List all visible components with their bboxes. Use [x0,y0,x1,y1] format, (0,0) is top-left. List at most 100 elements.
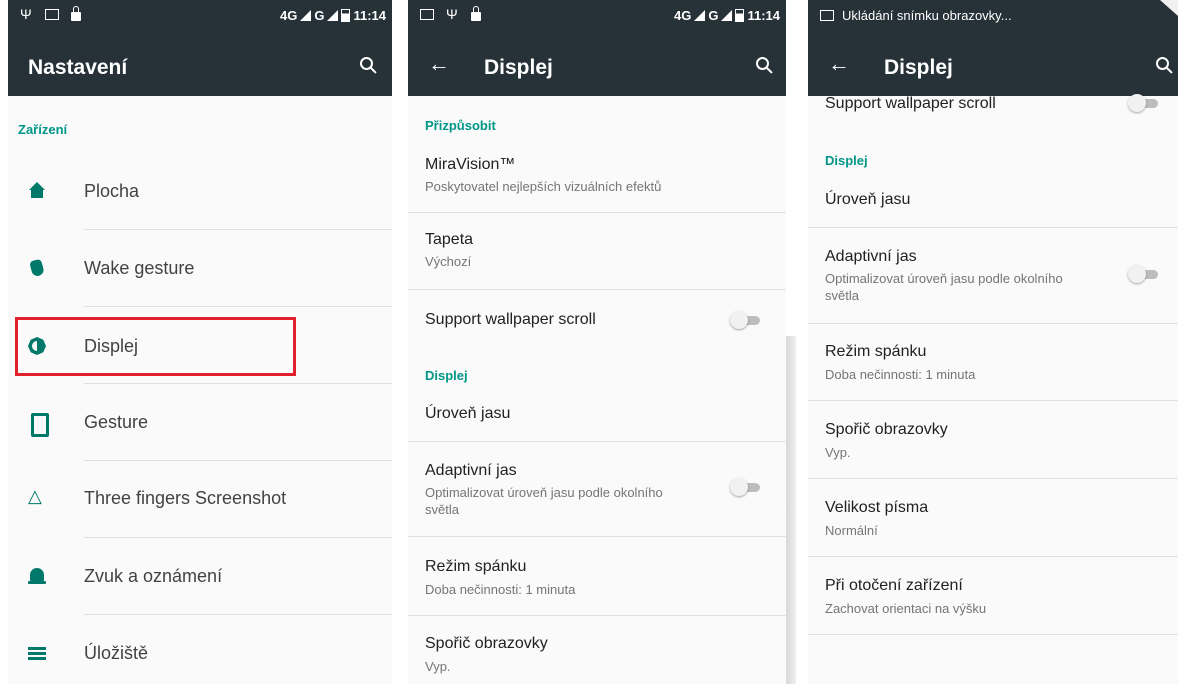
item-label: Three fingers Screenshot [84,488,287,508]
app-bar: Nastavení [8,32,392,96]
bell-icon [26,566,48,588]
section-header-display: Displej [425,368,468,383]
setting-subtitle-line2: světla [825,288,859,303]
display-settings-list: Support wallpaper scroll Displej Úroveň … [808,94,1178,684]
setting-adaptive-brightness[interactable]: Adaptivní jas Optimalizovat úroveň jasu … [408,442,786,535]
wallpaper-scroll-toggle[interactable] [730,311,760,329]
section-header-customize: Přizpůsobit [425,118,496,133]
signal-icon [694,10,706,21]
display-settings-list: Přizpůsobit MiraVision™ Poskytovatel nej… [408,96,786,684]
wallpaper-scroll-toggle[interactable] [1128,94,1158,112]
setting-font-size[interactable]: Velikost písma Normální [808,479,1178,556]
network-g: G [708,8,719,23]
clock: 11:14 [747,8,780,23]
page-title: Displej [484,56,553,79]
settings-item-plocha[interactable]: Plocha [8,154,392,230]
display-settings-screen-scrolled: Ukládání snímku obrazovky... ← Displej S… [808,0,1178,684]
setting-subtitle: Vyp. [825,445,851,460]
lock-icon [471,6,481,21]
settings-item-three-fingers[interactable]: Three fingers Screenshot [8,461,392,537]
setting-subtitle: Optimalizovat úroveň jasu podle okolního [425,485,663,500]
home-icon [26,182,48,204]
settings-item-gesture[interactable]: Gesture [8,384,392,460]
setting-title: Adaptivní jas [825,248,917,265]
setting-subtitle: Optimalizovat úroveň jasu podle okolního [825,271,1063,286]
search-icon[interactable] [756,57,774,75]
settings-list: Zařízení Plocha Wake gesture Displej Ges… [8,96,392,684]
setting-brightness-level[interactable]: Úroveň jasu [808,176,1178,226]
setting-subtitle-line2: světla [425,502,459,517]
setting-sleep-mode[interactable]: Režim spánku Doba nečinnosti: 1 minuta [808,324,1178,400]
image-icon [820,10,834,21]
item-label: Plocha [84,181,140,201]
setting-title: MiraVision™ [425,156,516,173]
clock: 11:14 [353,8,386,23]
settings-item-storage[interactable]: Úložiště [8,615,392,684]
network-g: G [314,8,325,23]
setting-title: Spořič obrazovky [825,421,948,438]
highlight-box [15,317,296,376]
setting-wallpaper-scroll[interactable]: Support wallpaper scroll [808,90,1178,120]
scrollbar[interactable] [786,336,796,684]
storage-icon [26,643,48,665]
usb-icon: Ψ [446,6,458,22]
section-header-display: Displej [825,153,868,168]
setting-subtitle: Poskytovatel nejlepších vizuálních efekt… [425,179,662,194]
hand-gesture-icon [26,258,48,280]
signal-icon [300,10,312,21]
setting-adaptive-brightness[interactable]: Adaptivní jas Optimalizovat úroveň jasu … [808,228,1178,322]
back-arrow-icon[interactable]: ← [828,53,850,75]
setting-screen-saver[interactable]: Spořič obrazovky Vyp. [408,616,786,684]
battery-icon [735,9,745,22]
settings-item-wake-gesture[interactable]: Wake gesture [8,230,392,306]
setting-subtitle: Normální [825,523,878,538]
item-label: Wake gesture [84,258,195,278]
image-icon [45,9,59,20]
setting-wallpaper[interactable]: Tapeta Výchozí [408,213,786,289]
item-label: Úložiště [84,643,149,663]
status-bar: Ukládání snímku obrazovky... [808,0,1178,32]
setting-brightness-level[interactable]: Úroveň jasu [408,390,786,440]
setting-title: Úroveň jasu [425,405,511,422]
adaptive-brightness-toggle[interactable] [1128,265,1158,283]
app-bar: ← Displej [408,32,786,96]
search-icon[interactable] [1156,57,1174,75]
status-bar: Ψ 4G G 11:14 [8,0,392,32]
setting-subtitle: Doba nečinnosti: 1 minuta [425,582,576,597]
adaptive-brightness-toggle[interactable] [730,478,760,496]
back-arrow-icon[interactable]: ← [428,53,450,75]
setting-screen-saver[interactable]: Spořič obrazovky Vyp. [808,401,1178,478]
setting-title: Při otočení zařízení [825,577,963,594]
image-icon [420,9,434,20]
setting-title: Úroveň jasu [825,191,911,208]
item-label: Gesture [84,412,149,432]
setting-title: Tapeta [425,231,474,248]
signal-icon-2 [327,10,339,21]
setting-wallpaper-scroll[interactable]: Support wallpaper scroll [408,290,786,354]
setting-title: Režim spánku [425,558,527,575]
network-type: 4G [673,8,692,23]
item-label: Zvuk a oznámení [84,566,223,586]
usb-icon: Ψ [20,6,32,22]
triangle-icon [26,486,48,509]
setting-sleep-mode[interactable]: Režim spánku Doba nečinnosti: 1 minuta [408,537,786,615]
network-type: 4G [279,8,298,23]
app-bar: ← Displej [808,32,1178,96]
screenshot-saving-notice: Ukládání snímku obrazovky... [842,8,1012,23]
setting-subtitle: Doba nečinnosti: 1 minuta [825,367,976,382]
settings-item-sound[interactable]: Zvuk a oznámení [8,538,392,614]
setting-miravision[interactable]: MiraVision™ Poskytovatel nejlepších vizu… [408,142,786,212]
setting-title: Spořič obrazovky [425,635,548,652]
section-header-device: Zařízení [18,122,68,137]
page-title: Displej [884,56,953,79]
setting-title: Režim spánku [825,343,927,360]
search-icon[interactable] [360,57,378,75]
phone-icon [26,412,49,437]
divider [808,634,1178,635]
setting-title: Support wallpaper scroll [825,95,996,112]
display-settings-screen: Ψ 4G G 11:14 ← Displej Přizpůsobit MiraV… [408,0,786,684]
setting-rotation[interactable]: Při otočení zařízení Zachovat orientaci … [808,557,1178,634]
setting-title: Support wallpaper scroll [425,311,596,328]
setting-title: Velikost písma [825,499,929,516]
setting-subtitle: Vyp. [425,659,451,674]
